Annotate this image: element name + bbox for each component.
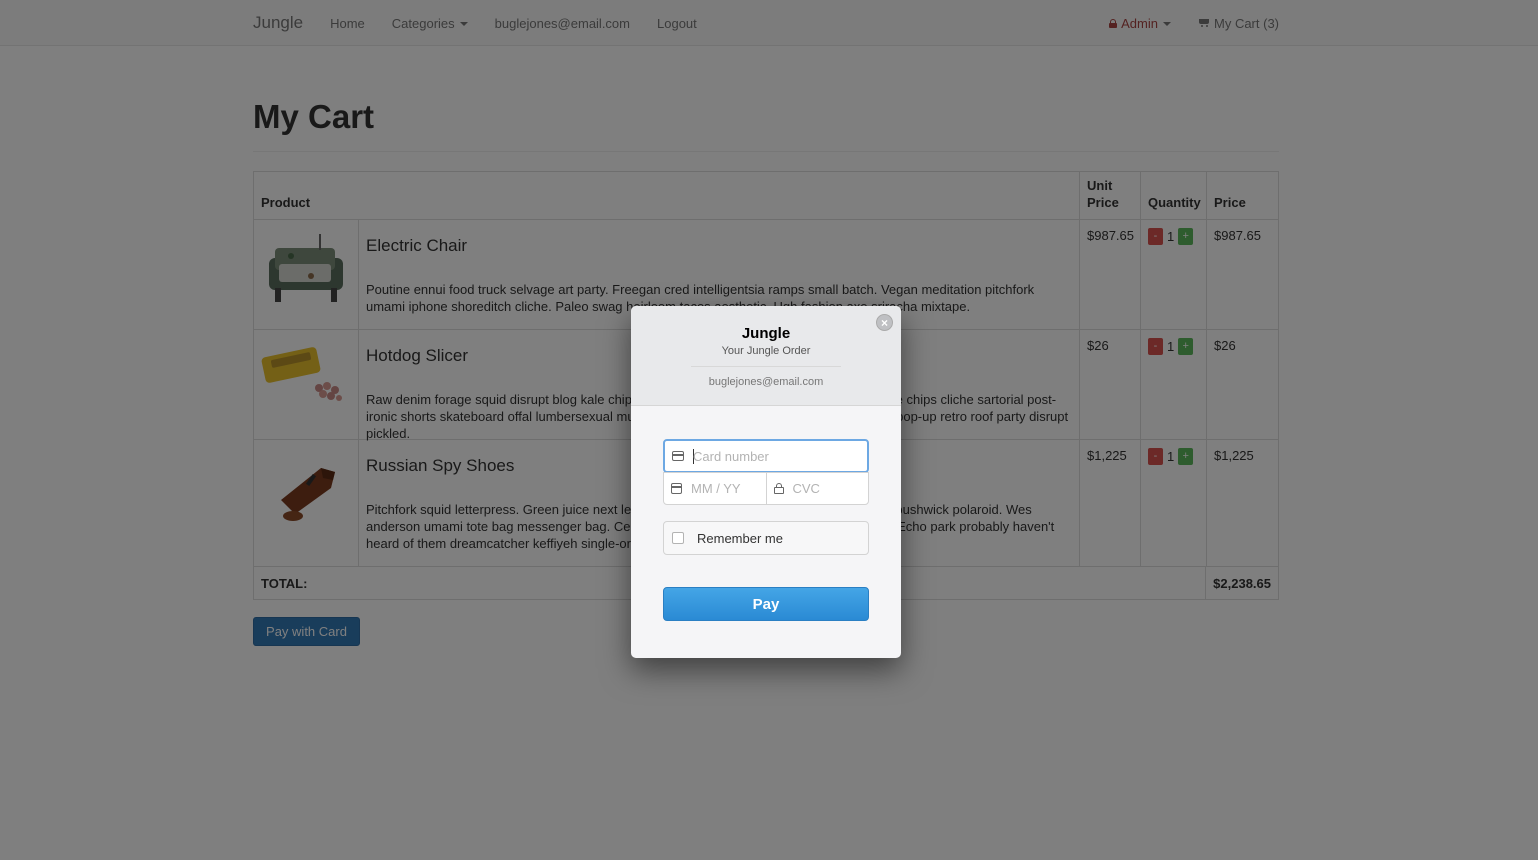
cvc-input[interactable]: [792, 481, 863, 496]
modal-header: Jungle Your Jungle Order buglejones@emai…: [631, 306, 901, 406]
card-number-input[interactable]: [693, 448, 843, 464]
modal-title: Jungle: [741, 325, 791, 342]
remember-me-toggle[interactable]: Remember me: [663, 521, 869, 555]
expiry-cvc-row: [663, 472, 869, 505]
modal-header-divider: [691, 366, 841, 367]
card-icon: [672, 451, 684, 461]
checkout-modal: Jungle Your Jungle Order buglejones@emai…: [631, 306, 901, 658]
modal-email: buglejones@email.com: [708, 376, 824, 388]
calendar-icon: [671, 483, 682, 494]
close-icon[interactable]: ×: [876, 314, 893, 331]
remember-me-label: Remember me: [697, 530, 783, 546]
expiry-input[interactable]: [691, 481, 761, 496]
expiry-field[interactable]: [664, 473, 766, 504]
card-number-field[interactable]: [663, 439, 869, 473]
lock-icon: [773, 483, 784, 494]
modal-subtitle: Your Jungle Order: [721, 345, 811, 357]
pay-button[interactable]: Pay: [663, 587, 869, 621]
remember-me-checkbox[interactable]: [672, 532, 684, 544]
cvc-field[interactable]: [765, 473, 869, 504]
